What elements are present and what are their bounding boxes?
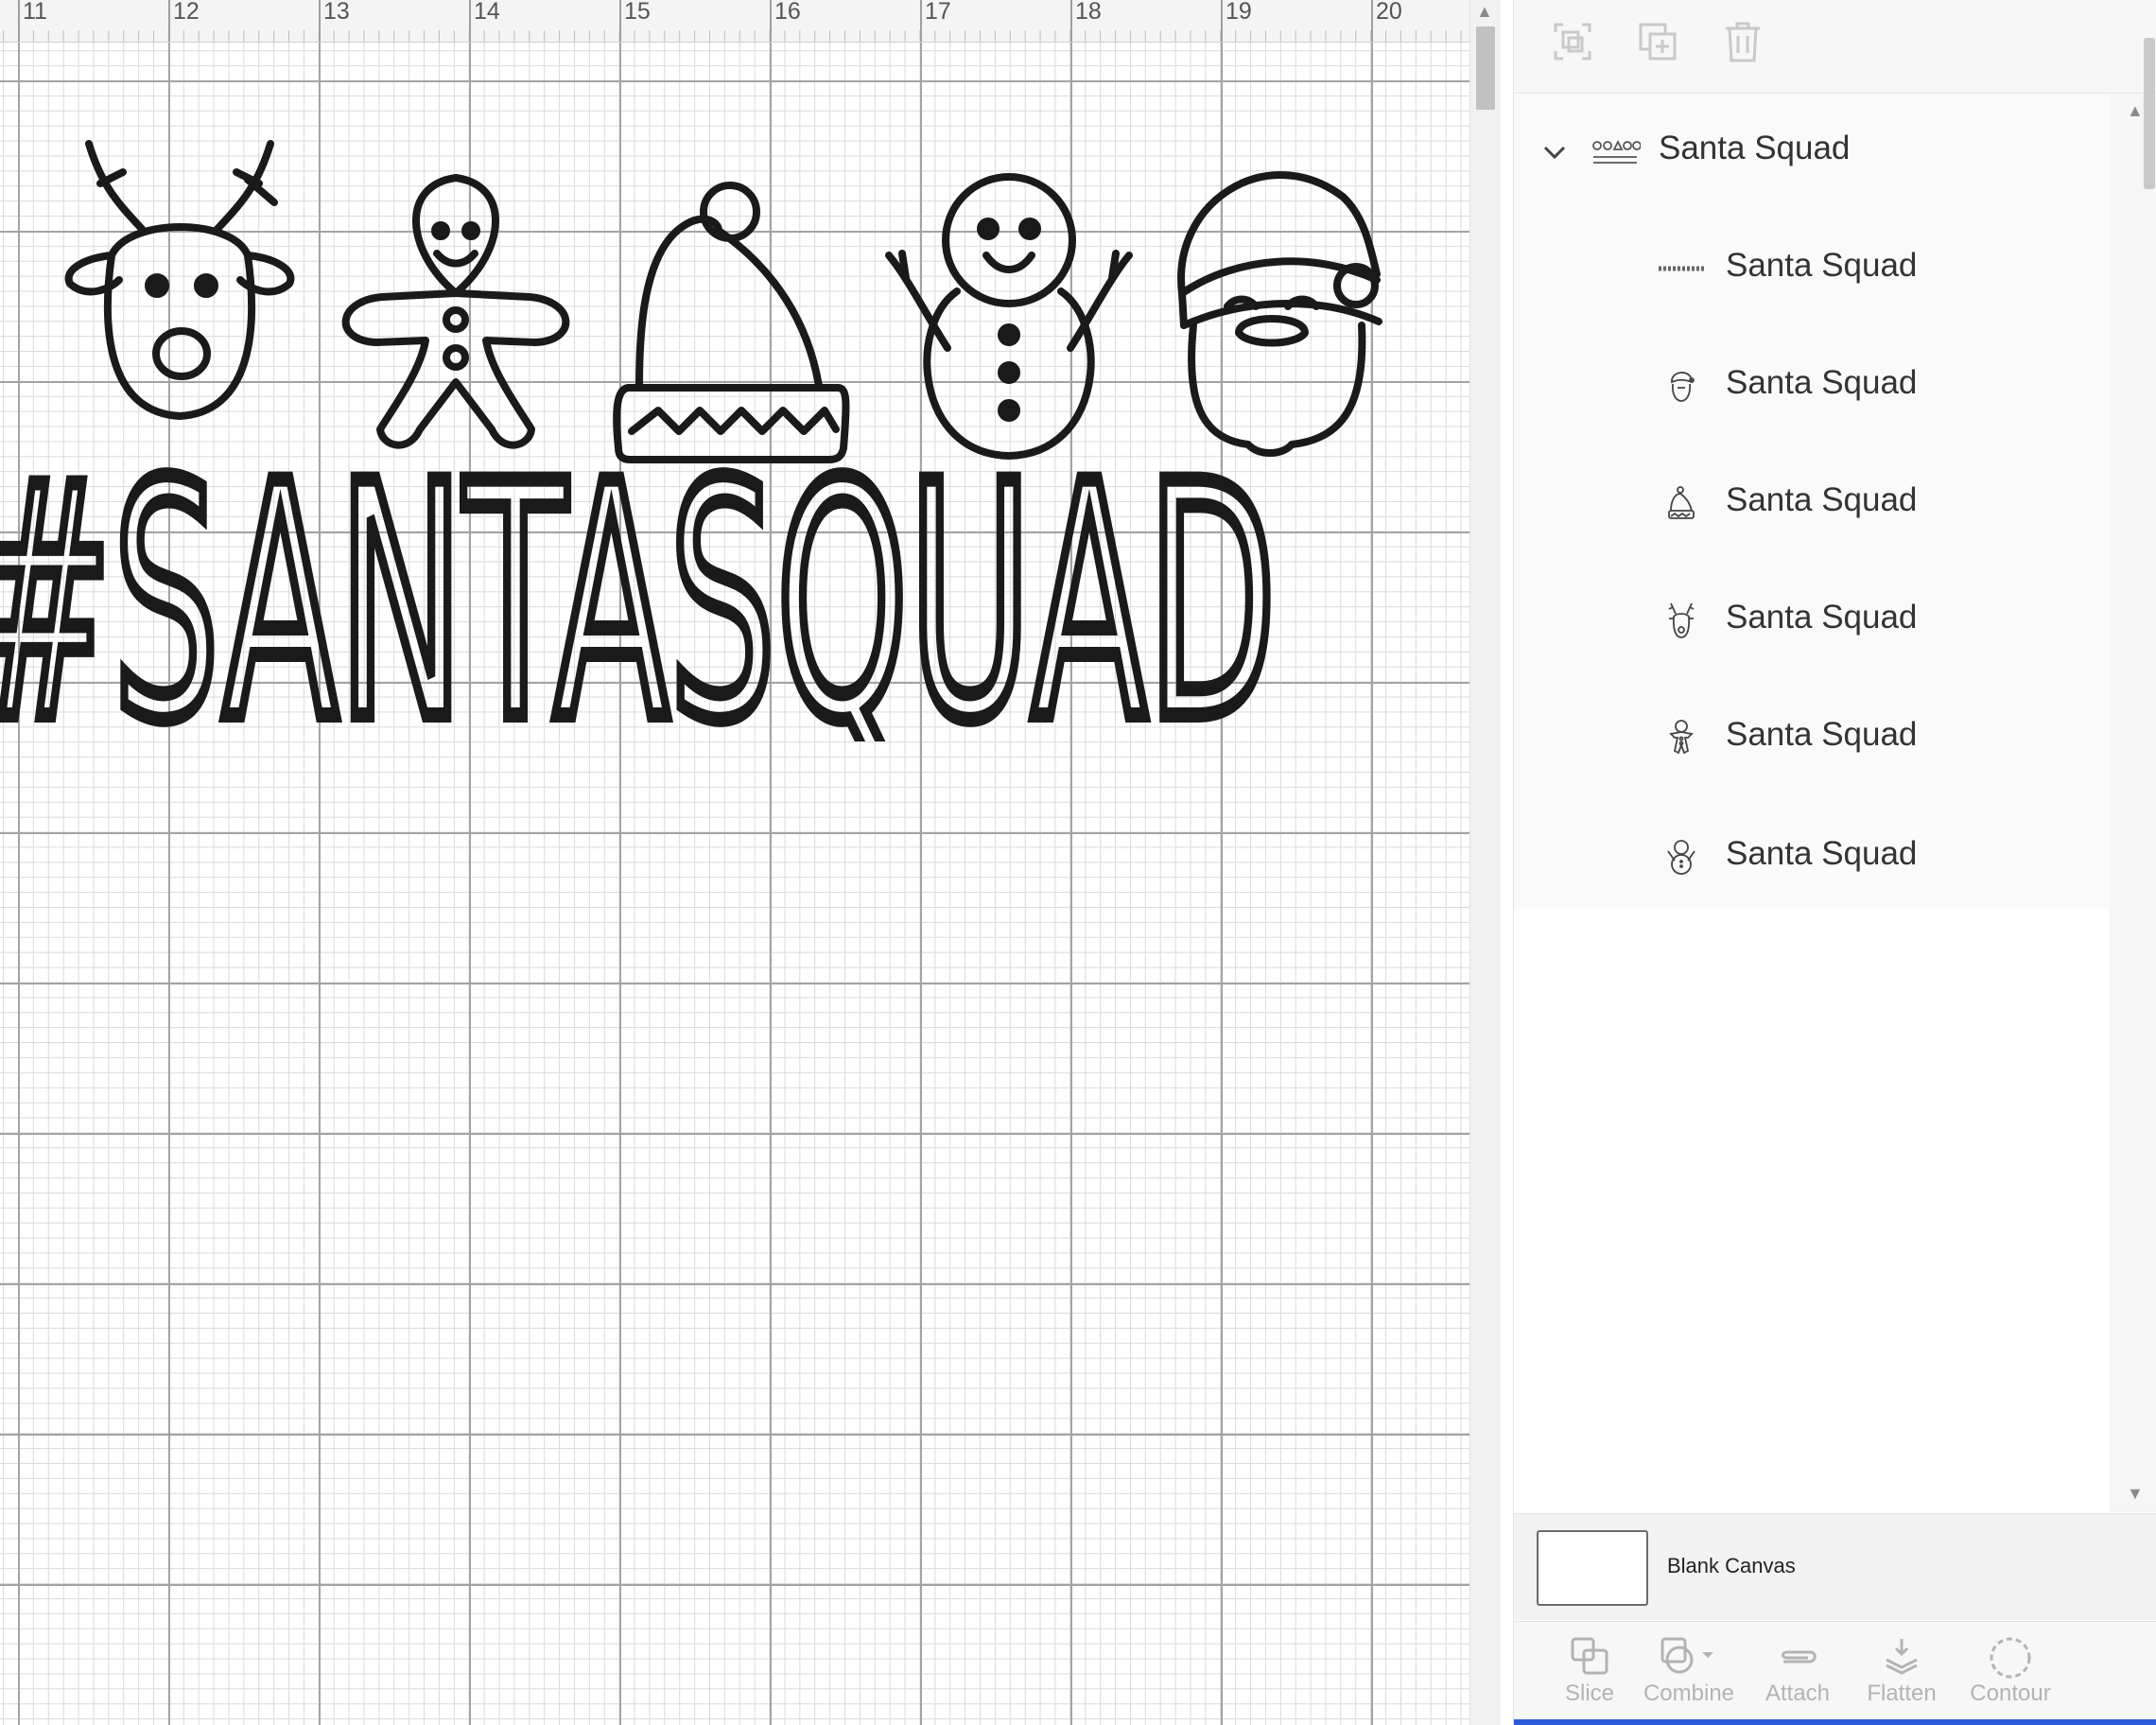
canvas-vertical-scrollbar[interactable]: ▲ bbox=[1469, 0, 1501, 1725]
ruler-mark: 19 bbox=[1226, 0, 1252, 25]
ruler-mark: 18 bbox=[1075, 0, 1102, 25]
ruler-mark: 15 bbox=[624, 0, 651, 25]
layer-item[interactable]: Santa Squad bbox=[1514, 226, 2110, 311]
attach-icon bbox=[1782, 1650, 1817, 1664]
layer-item[interactable]: Santa Squad bbox=[1514, 814, 2110, 899]
santa-squad-design[interactable]: #SANTASQUAD bbox=[0, 42, 1466, 741]
accent-bar bbox=[1514, 1719, 2156, 1725]
contour-label: Contour bbox=[1970, 1681, 2051, 1706]
contour-icon bbox=[1990, 1637, 2031, 1679]
layer-item[interactable]: Santa Squad bbox=[1514, 695, 2110, 780]
reindeer-thumb-icon bbox=[1668, 602, 1695, 638]
santa-hat-thumb-icon bbox=[1668, 486, 1695, 519]
duplicate-icon[interactable] bbox=[1637, 21, 1678, 62]
panel-scroll-thumb[interactable] bbox=[2144, 38, 2155, 189]
ruler-mark: 17 bbox=[925, 0, 951, 25]
combine-label: Combine bbox=[1643, 1681, 1735, 1706]
group-icon[interactable] bbox=[1552, 21, 1593, 62]
layer-group-label: Santa Squad bbox=[1659, 130, 1851, 166]
flatten-button[interactable]: Flatten bbox=[1845, 1622, 1958, 1722]
layers-toolbar bbox=[1514, 0, 2156, 94]
combine-icon bbox=[1660, 1637, 1713, 1674]
combine-button[interactable]: Combine bbox=[1627, 1622, 1750, 1722]
ruler-mark: 13 bbox=[323, 0, 350, 25]
ruler-mark: 20 bbox=[1376, 0, 1402, 25]
attach-button[interactable]: Attach bbox=[1741, 1622, 1854, 1722]
layer-item-label: Santa Squad bbox=[1726, 364, 1918, 401]
flatten-label: Flatten bbox=[1867, 1681, 1937, 1706]
canvas-scroll-thumb[interactable] bbox=[1476, 26, 1495, 110]
slice-icon bbox=[1571, 1637, 1608, 1675]
layer-list: Santa Squad Santa Squad Santa Squad Sant… bbox=[1514, 94, 2110, 909]
gingerbread-thumb-icon bbox=[1669, 720, 1694, 755]
santa-squad-group-thumb-icon bbox=[1592, 139, 1641, 164]
snowman-thumb-icon bbox=[1667, 840, 1695, 875]
attach-label: Attach bbox=[1765, 1681, 1831, 1706]
top-ruler: 11 12 13 14 15 16 17 18 19 20 bbox=[0, 0, 1469, 43]
slice-button[interactable]: Slice bbox=[1542, 1622, 1637, 1722]
slice-label: Slice bbox=[1564, 1681, 1615, 1706]
flatten-icon bbox=[1886, 1639, 1918, 1675]
blank-canvas-label: Blank Canvas bbox=[1667, 1554, 1796, 1577]
contour-button[interactable]: Contour bbox=[1944, 1622, 2077, 1722]
scroll-up-arrow-icon[interactable]: ▲ bbox=[1476, 2, 1493, 22]
layer-item-label: Santa Squad bbox=[1726, 599, 1918, 636]
layer-item-label: Santa Squad bbox=[1726, 835, 1918, 872]
layer-item[interactable]: Santa Squad bbox=[1514, 461, 2110, 546]
layer-item-label: Santa Squad bbox=[1726, 247, 1918, 284]
scroll-up-arrow-icon[interactable]: ▲ bbox=[2127, 101, 2144, 121]
layers-panel: Santa Squad Santa Squad Santa Squad Sant… bbox=[1513, 0, 2156, 1725]
blank-canvas-swatch[interactable] bbox=[1537, 1530, 1648, 1606]
design-canvas[interactable]: 11 12 13 14 15 16 17 18 19 20 #SANTASQUA… bbox=[0, 0, 1469, 1725]
snowman-icon[interactable] bbox=[885, 173, 1133, 460]
santasquad-text-thumb-icon bbox=[1659, 266, 1704, 271]
scroll-down-arrow-icon[interactable]: ▼ bbox=[2127, 1484, 2144, 1504]
layer-group-santa-squad[interactable]: Santa Squad bbox=[1514, 109, 2110, 194]
reindeer-icon[interactable] bbox=[64, 140, 295, 420]
santa-face-thumb-icon bbox=[1671, 372, 1695, 402]
layer-item-label: Santa Squad bbox=[1726, 481, 1918, 518]
layer-item-label: Santa Squad bbox=[1726, 716, 1918, 753]
ruler-mark: 11 bbox=[23, 0, 47, 25]
santa-face-icon[interactable] bbox=[1177, 171, 1382, 457]
delete-icon[interactable] bbox=[1722, 21, 1764, 62]
layer-item[interactable]: Santa Squad bbox=[1514, 343, 2110, 428]
gingerbread-icon[interactable] bbox=[341, 174, 570, 449]
ruler-mark: 12 bbox=[173, 0, 200, 25]
ruler-mark: 14 bbox=[474, 0, 500, 25]
bottom-toolbar: Slice Combine Attach Flatten Contour bbox=[1514, 1621, 2156, 1722]
layer-item[interactable]: Santa Squad bbox=[1514, 578, 2110, 663]
ruler-mark: 16 bbox=[774, 0, 801, 25]
chevron-down-icon[interactable] bbox=[1542, 144, 1567, 161]
blank-canvas-layer[interactable]: Blank Canvas bbox=[1514, 1513, 2156, 1620]
santasquad-text[interactable]: #SANTASQUAD bbox=[0, 408, 1284, 741]
layers-scrollbar[interactable]: ▲ ▼ bbox=[2110, 94, 2156, 1512]
